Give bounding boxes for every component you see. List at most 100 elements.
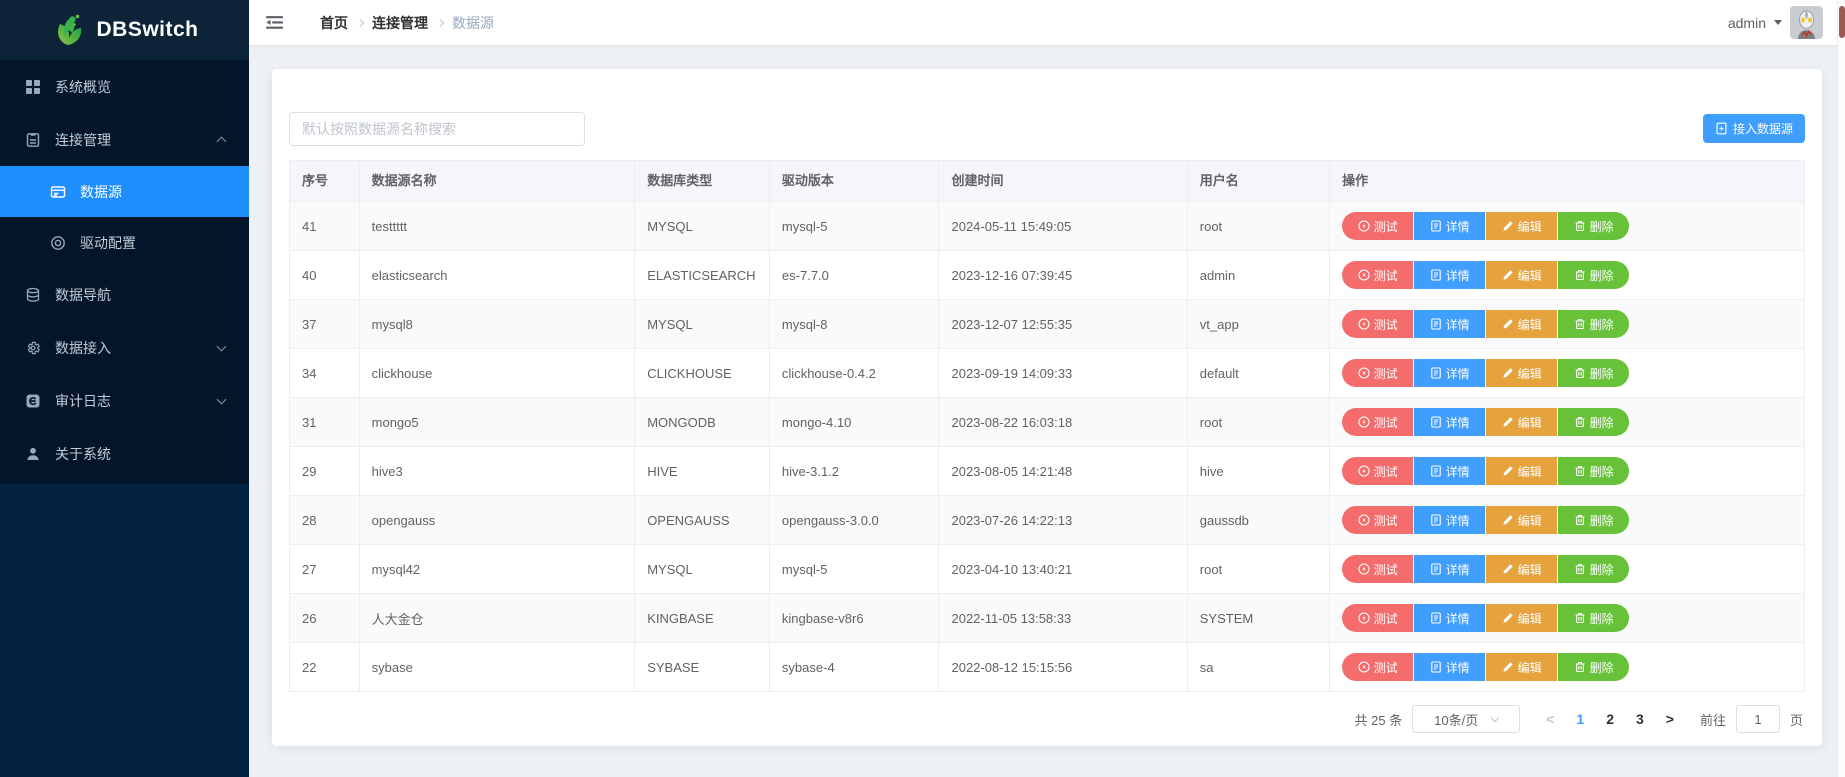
test-button[interactable]: 测试 [1342,457,1413,485]
detail-button[interactable]: 详情 [1414,310,1485,338]
cell-created: 2023-08-05 14:21:48 [939,447,1187,495]
delete-button[interactable]: 删除 [1558,212,1629,240]
add-datasource-button[interactable]: 接入数据源 [1703,114,1805,143]
sidebar-menu: 系统概览 连接管理 数据源 驱动配置 数据导航 [0,60,249,484]
document-add-icon [1715,122,1728,135]
user-menu[interactable]: admin [1728,6,1823,39]
sidebar-item-about-system[interactable]: 关于系统 [0,427,249,480]
next-page-button[interactable]: > [1660,711,1680,727]
test-button[interactable]: 测试 [1342,261,1413,289]
test-button[interactable]: 测试 [1342,408,1413,436]
delete-button[interactable]: 删除 [1558,604,1629,632]
cell-actions: 测试 详情 编辑 删除 [1330,300,1804,348]
breadcrumb-home[interactable]: 首页 [320,13,348,33]
detail-button[interactable]: 详情 [1414,457,1485,485]
cell-id: 41 [290,202,360,250]
page-number[interactable]: 3 [1636,711,1644,727]
page-number[interactable]: 1 [1576,711,1584,727]
test-button[interactable]: 测试 [1342,310,1413,338]
test-button[interactable]: 测试 [1342,555,1413,583]
cell-dbtype: HIVE [635,447,770,495]
sidebar-item-connection-mgmt[interactable]: 连接管理 [0,113,249,166]
test-button[interactable]: 测试 [1342,212,1413,240]
detail-button[interactable]: 详情 [1414,408,1485,436]
cell-user: sa [1188,643,1330,691]
test-button[interactable]: 测试 [1342,359,1413,387]
delete-button[interactable]: 删除 [1558,359,1629,387]
prev-page-button[interactable]: < [1540,711,1560,727]
scrollbar[interactable] [1837,0,1845,777]
goto-page-input[interactable] [1736,705,1780,733]
sidebar-item-system-overview[interactable]: 系统概览 [0,60,249,113]
table-row: 37 mysql8 MYSQL mysql-8 2023-12-07 12:55… [290,299,1804,348]
cell-id: 26 [290,594,360,642]
delete-button[interactable]: 删除 [1558,555,1629,583]
chevron-down-icon [1491,713,1499,721]
cell-actions: 测试 详情 编辑 删除 [1330,496,1804,544]
avatar[interactable] [1790,6,1823,39]
cell-dbtype: MYSQL [635,545,770,593]
total-count: 共 25 条 [1355,710,1403,729]
cell-dbtype: SYBASE [635,643,770,691]
delete-button[interactable]: 删除 [1558,457,1629,485]
edit-button[interactable]: 编辑 [1486,457,1557,485]
pagination: 共 25 条 10条/页 < 123 > 前往 页 [289,705,1805,733]
test-button[interactable]: 测试 [1342,653,1413,681]
cell-version: hive-3.1.2 [770,447,940,495]
sidebar-item-data-navigation[interactable]: 数据导航 [0,268,249,321]
detail-button[interactable]: 详情 [1414,261,1485,289]
test-button[interactable]: 测试 [1342,506,1413,534]
sidebar-item-datasource[interactable]: 数据源 [0,166,249,217]
cell-dbtype: MONGODB [635,398,770,446]
detail-button[interactable]: 详情 [1414,506,1485,534]
delete-button[interactable]: 删除 [1558,653,1629,681]
page-size-select[interactable]: 10条/页 [1412,705,1520,733]
edit-button[interactable]: 编辑 [1486,506,1557,534]
edit-button[interactable]: 编辑 [1486,359,1557,387]
edit-button[interactable]: 编辑 [1486,555,1557,583]
edit-button[interactable]: 编辑 [1486,310,1557,338]
delete-button[interactable]: 删除 [1558,261,1629,289]
test-button[interactable]: 测试 [1342,604,1413,632]
cell-dbtype: MYSQL [635,300,770,348]
sidebar-item-audit-log[interactable]: 审计日志 [0,374,249,427]
table-row: 26 人大金仓 KINGBASE kingbase-v8r6 2022-11-0… [290,593,1804,642]
sidebar-item-label: 数据导航 [55,285,111,305]
edit-button[interactable]: 编辑 [1486,653,1557,681]
table-row: 28 opengauss OPENGAUSS opengauss-3.0.0 2… [290,495,1804,544]
sidebar-item-data-access[interactable]: 数据接入 [0,321,249,374]
sidebar-item-driver-config[interactable]: 驱动配置 [0,217,249,268]
page-number[interactable]: 2 [1606,711,1614,727]
detail-button[interactable]: 详情 [1414,212,1485,240]
cell-name: testtttt [360,202,636,250]
detail-button[interactable]: 详情 [1414,604,1485,632]
delete-button[interactable]: 删除 [1558,408,1629,436]
detail-button[interactable]: 详情 [1414,359,1485,387]
top-header: 首页 连接管理 数据源 admin [249,0,1845,45]
edit-button[interactable]: 编辑 [1486,604,1557,632]
cell-version: mysql-5 [770,202,940,250]
cell-dbtype: MYSQL [635,202,770,250]
sidebar-fold-icon[interactable] [257,9,292,36]
detail-button[interactable]: 详情 [1414,555,1485,583]
detail-button[interactable]: 详情 [1414,653,1485,681]
breadcrumb-connection-mgmt[interactable]: 连接管理 [372,13,428,33]
delete-button[interactable]: 删除 [1558,310,1629,338]
user-icon [25,445,43,463]
app-logo: DBSwitch [0,0,249,60]
cell-name: hive3 [360,447,636,495]
cell-user: SYSTEM [1188,594,1330,642]
search-input[interactable] [289,112,585,146]
cell-id: 28 [290,496,360,544]
cell-created: 2022-11-05 13:58:33 [939,594,1187,642]
datasource-card: 接入数据源 序号 数据源名称 数据库类型 驱动版本 创建时间 用户名 操作 41… [272,69,1822,746]
cell-actions: 测试 详情 编辑 删除 [1330,594,1804,642]
breadcrumb: 首页 连接管理 数据源 [320,13,494,33]
edit-button[interactable]: 编辑 [1486,212,1557,240]
scrollbar-thumb[interactable] [1839,6,1845,38]
edit-button[interactable]: 编辑 [1486,261,1557,289]
edit-button[interactable]: 编辑 [1486,408,1557,436]
col-header-name: 数据源名称 [360,161,636,201]
user-name[interactable]: admin [1728,15,1766,31]
delete-button[interactable]: 删除 [1558,506,1629,534]
